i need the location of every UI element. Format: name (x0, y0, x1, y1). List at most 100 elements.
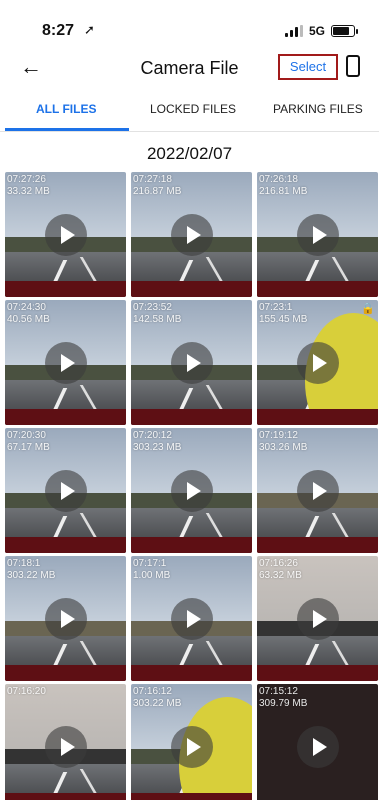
file-time: 07:23:52 (133, 302, 172, 313)
thumbnail-dashboard (5, 408, 126, 425)
file-time: 07:20:30 (7, 430, 46, 441)
play-icon[interactable] (170, 213, 213, 256)
file-stamp: 07:24:30 40.56 MB (7, 302, 50, 326)
network-type: 5G (308, 24, 325, 38)
file-stamp: 07:19:12 303.26 MB (259, 430, 307, 454)
file-tabs: ALL FILES LOCKED FILES PARKING FILES (0, 94, 379, 132)
thumbnail-dashboard (131, 536, 252, 553)
video-thumbnail[interactable]: 07:16:26 63.32 MB (257, 556, 378, 681)
location-arrow-icon: ➚ (84, 22, 95, 37)
file-size: 155.45 MB (259, 314, 308, 325)
play-icon[interactable] (296, 469, 339, 512)
date-group-header: 2022/02/07 (146, 144, 233, 163)
thumbnail-dashboard (131, 408, 252, 425)
file-time: 07:27:26 (7, 174, 46, 185)
play-icon[interactable] (296, 597, 339, 640)
play-icon[interactable] (170, 725, 213, 768)
video-thumbnail[interactable]: 07:27:18 216.87 MB (131, 172, 252, 297)
play-icon[interactable] (296, 341, 339, 384)
file-stamp: 07:20:12 303.23 MB (133, 430, 181, 454)
file-size: 67.17 MB (7, 442, 50, 453)
tab-parking-files[interactable]: PARKING FILES (273, 102, 363, 116)
nav-header: ← Camera File Select (0, 50, 379, 86)
file-time: 07:26:18 (259, 174, 298, 185)
file-stamp: 07:26:18 216.81 MB (259, 174, 307, 198)
phone-icon[interactable] (346, 55, 360, 77)
file-size: 216.87 MB (133, 186, 182, 197)
file-size: 303.22 MB (133, 698, 182, 709)
file-stamp: 07:18:1 303.22 MB (7, 558, 55, 582)
status-time: 8:27 (42, 22, 75, 39)
video-thumbnail[interactable]: 07:23:1 155.45 MB 🔒 (257, 300, 378, 425)
thumbnail-dashboard (257, 664, 378, 681)
battery-icon (331, 25, 358, 37)
video-thumbnail[interactable]: 07:15:12 309.79 MB (257, 684, 378, 800)
video-thumbnail[interactable]: 07:26:18 216.81 MB (257, 172, 378, 297)
file-time: 07:24:30 (7, 302, 46, 313)
play-icon[interactable] (170, 597, 213, 640)
file-time: 07:15:12 (259, 686, 298, 697)
file-stamp: 07:16:26 63.32 MB (259, 558, 302, 582)
thumbnail-dashboard (257, 536, 378, 553)
play-icon[interactable] (296, 725, 339, 768)
video-thumbnail[interactable]: 07:24:30 40.56 MB (5, 300, 126, 425)
thumbnail-dashboard (5, 536, 126, 553)
active-tab-indicator (5, 128, 129, 131)
file-size: 309.79 MB (259, 698, 308, 709)
play-icon[interactable] (170, 469, 213, 512)
video-thumbnail[interactable]: 07:17:1 1.00 MB (131, 556, 252, 681)
status-indicators: 5G (284, 24, 358, 38)
play-icon[interactable] (296, 213, 339, 256)
video-thumbnail[interactable]: 07:16:12 303.22 MB (131, 684, 252, 800)
file-stamp: 07:16:12 303.22 MB (133, 686, 181, 710)
file-stamp: 07:23:1 155.45 MB (259, 302, 307, 326)
file-size: 63.32 MB (259, 570, 302, 581)
play-icon[interactable] (44, 725, 87, 768)
file-size: 303.26 MB (259, 442, 308, 453)
file-time: 07:16:26 (259, 558, 298, 569)
file-size: 216.81 MB (259, 186, 308, 197)
file-size: 142.58 MB (133, 314, 182, 325)
thumbnail-dashboard (5, 792, 126, 800)
video-thumbnail[interactable]: 07:20:12 303.23 MB (131, 428, 252, 553)
file-time: 07:20:12 (133, 430, 172, 441)
file-stamp: 07:16:20 (7, 686, 46, 698)
thumbnail-dashboard (131, 792, 252, 800)
tab-locked-files[interactable]: LOCKED FILES (150, 102, 236, 116)
file-size: 303.22 MB (7, 570, 56, 581)
file-stamp: 07:27:18 216.87 MB (133, 174, 181, 198)
file-time: 07:17:1 (133, 558, 167, 569)
thumbnail-dashboard (257, 408, 378, 425)
file-stamp: 07:20:30 67.17 MB (7, 430, 50, 454)
thumbnail-dashboard (5, 664, 126, 681)
tab-all-files[interactable]: ALL FILES (36, 102, 96, 116)
play-icon[interactable] (44, 213, 87, 256)
video-thumbnail[interactable]: 07:16:20 (5, 684, 126, 800)
select-button[interactable]: Select (278, 54, 338, 80)
play-icon[interactable] (44, 469, 87, 512)
file-stamp: 07:17:1 1.00 MB (133, 558, 170, 582)
thumbnail-dashboard (5, 280, 126, 297)
play-icon[interactable] (170, 341, 213, 384)
video-thumbnail[interactable]: 07:23:52 142.58 MB (131, 300, 252, 425)
thumbnail-dashboard (257, 280, 378, 297)
file-size: 1.00 MB (133, 570, 171, 581)
file-time: 07:18:1 (7, 558, 41, 569)
file-time: 07:23:1 (259, 302, 293, 313)
play-icon[interactable] (44, 341, 87, 384)
video-thumbnail[interactable]: 07:18:1 303.22 MB (5, 556, 126, 681)
lock-icon: 🔒 (361, 303, 375, 315)
file-stamp: 07:27:26 33.32 MB (7, 174, 50, 198)
file-stamp: 07:23:52 142.58 MB (133, 302, 181, 326)
thumbnail-dashboard (131, 280, 252, 297)
file-stamp: 07:15:12 309.79 MB (259, 686, 307, 710)
signal-icon (284, 25, 303, 37)
play-icon[interactable] (44, 597, 87, 640)
file-time: 07:19:12 (259, 430, 298, 441)
file-time: 07:16:20 (7, 686, 46, 697)
video-thumbnail[interactable]: 07:19:12 303.26 MB (257, 428, 378, 553)
file-size: 40.56 MB (7, 314, 50, 325)
file-time: 07:27:18 (133, 174, 172, 185)
video-thumbnail[interactable]: 07:20:30 67.17 MB (5, 428, 126, 553)
video-thumbnail[interactable]: 07:27:26 33.32 MB (5, 172, 126, 297)
